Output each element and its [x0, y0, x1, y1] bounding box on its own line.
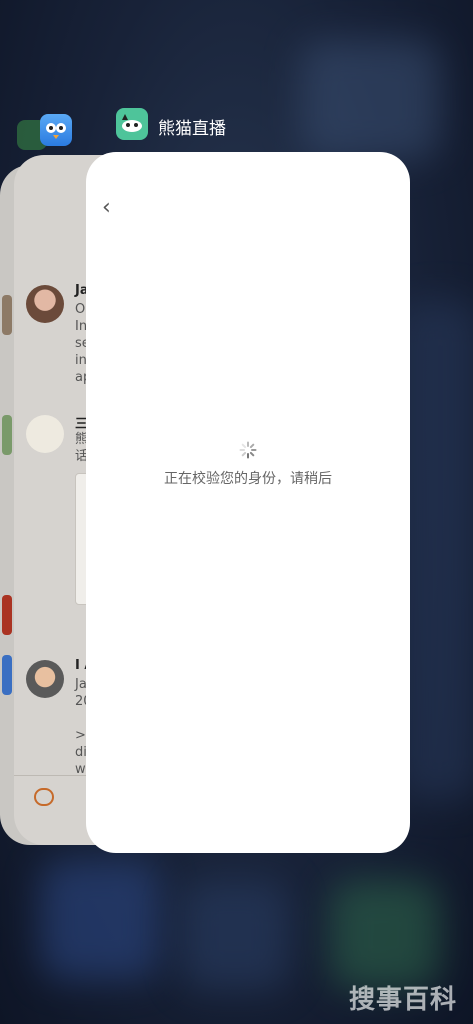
tweet-text: O	[75, 302, 86, 317]
loading-spinner-icon	[239, 441, 257, 459]
avatar	[26, 415, 64, 453]
app-switcher-screen: { "app_switcher": { "active_app_title": …	[0, 0, 473, 1024]
panda-live-app-card[interactable]: ‹ 正在校验您的身份，请稍后	[86, 152, 410, 853]
tweet-text: >	[75, 728, 86, 743]
avatar	[26, 660, 64, 698]
app-header-row: 熊猫直播	[0, 106, 473, 150]
panda-live-app-icon[interactable]	[116, 108, 148, 140]
background-blur	[180, 880, 290, 990]
app-title: 熊猫直播	[158, 119, 226, 139]
thumbnail	[2, 655, 12, 695]
loading-message: 正在校验您的身份，请稍后	[164, 471, 332, 487]
tweetbot-app-icon[interactable]	[40, 114, 72, 146]
background-blur	[330, 880, 440, 990]
watermark: 搜事百科	[348, 985, 457, 1015]
back-chevron-icon[interactable]: ‹	[102, 196, 122, 220]
avatar	[26, 285, 64, 323]
thumbnail	[2, 415, 12, 455]
thumbnail	[2, 595, 12, 635]
background-blur	[40, 860, 160, 980]
background-blur	[400, 300, 473, 800]
speech-bubble-icon[interactable]	[34, 788, 54, 806]
thumbnail	[2, 295, 12, 335]
